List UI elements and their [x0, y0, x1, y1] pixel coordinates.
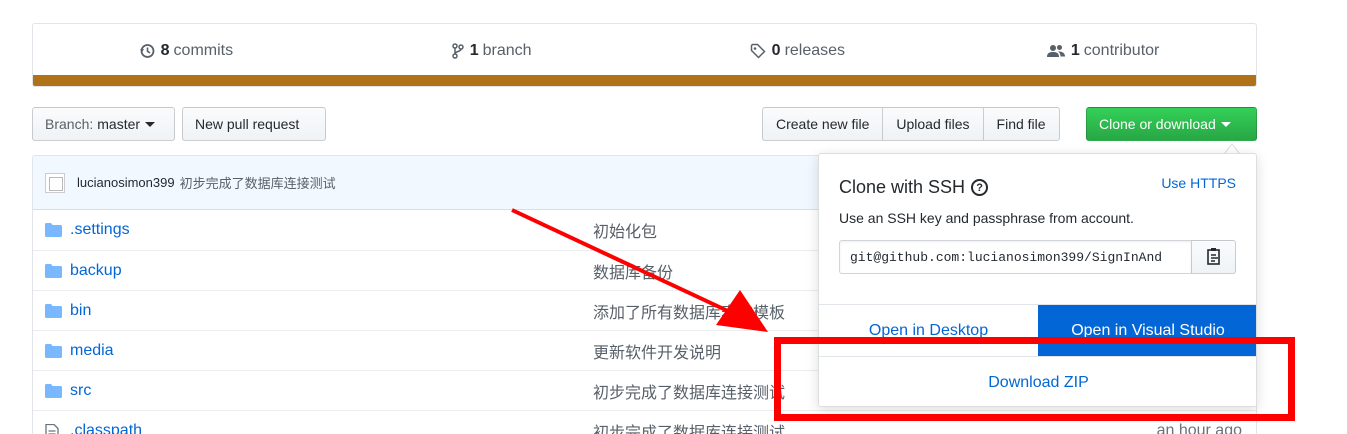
repo-summary-bar: 8 commits 1 branch 0 releases 1 contribu… — [32, 23, 1257, 87]
create-new-file-button[interactable]: Create new file — [762, 107, 884, 141]
file-name-link[interactable]: bin — [70, 302, 91, 320]
folder-icon — [45, 264, 62, 283]
file-commit-message[interactable]: 添加了所有数据库表的模板 — [593, 299, 785, 323]
popup-description: Use an SSH key and passphrase from accou… — [839, 210, 1134, 226]
contributors-count: 1 — [1070, 41, 1080, 59]
clone-ssh-title: Clone with SSH — [839, 177, 966, 197]
file-age: an hour ago — [1156, 421, 1242, 434]
branch-select-button[interactable]: Branch: master — [32, 107, 175, 141]
file-commit-message[interactable]: 初步完成了数据库连接测试 — [593, 419, 785, 434]
branches-link[interactable]: 1 branch — [339, 42, 645, 60]
file-name-link[interactable]: .classpath — [70, 422, 142, 434]
people-icon — [1046, 43, 1065, 59]
releases-label: releases — [784, 41, 846, 59]
file-name-link[interactable]: backup — [70, 262, 122, 280]
git-branch-icon — [451, 42, 464, 59]
file-commit-message[interactable]: 更新软件开发说明 — [593, 339, 721, 363]
file-icon — [45, 423, 59, 434]
history-icon — [139, 43, 155, 59]
contributors-label: contributor — [1083, 41, 1160, 59]
clone-url-input[interactable] — [839, 240, 1192, 274]
commits-label: commits — [173, 41, 234, 59]
branch-name: master — [97, 116, 141, 132]
new-pull-request-button[interactable]: New pull request — [182, 107, 326, 141]
folder-icon — [45, 223, 62, 242]
file-actions-group: Create new file Upload files Find file — [762, 107, 1060, 141]
releases-count: 0 — [771, 41, 781, 59]
annotation-highlight-box — [774, 337, 1295, 421]
use-https-link[interactable]: Use HTTPS — [1161, 175, 1236, 191]
clipboard-icon — [1206, 247, 1222, 268]
commit-author[interactable]: lucianosimon399 — [77, 175, 175, 190]
upload-files-button[interactable]: Upload files — [882, 107, 984, 141]
folder-icon — [45, 384, 62, 403]
clone-or-download-button[interactable]: Clone or download — [1086, 107, 1257, 141]
commit-message[interactable]: 初步完成了数据库连接测试 — [180, 173, 336, 192]
commits-link[interactable]: 8 commits — [33, 42, 339, 60]
avatar[interactable] — [45, 172, 65, 193]
question-icon[interactable]: ? — [971, 179, 989, 196]
contributors-link[interactable]: 1 contributor — [950, 42, 1256, 60]
folder-icon — [45, 344, 62, 363]
file-name-link[interactable]: .settings — [70, 221, 130, 239]
find-file-button[interactable]: Find file — [982, 107, 1060, 141]
clone-button-label: Clone or download — [1099, 116, 1216, 132]
branches-count: 1 — [469, 41, 479, 59]
file-name-link[interactable]: src — [70, 382, 91, 400]
folder-icon — [45, 304, 62, 323]
commits-count: 8 — [160, 41, 170, 59]
file-commit-message[interactable]: 初始化包 — [593, 218, 657, 242]
caret-down-icon — [145, 121, 156, 127]
file-commit-message[interactable]: 数据库备份 — [593, 259, 673, 283]
branches-label: branch — [482, 41, 532, 59]
branch-prefix: Branch: — [45, 116, 94, 132]
file-commit-message[interactable]: 初步完成了数据库连接测试 — [593, 379, 785, 403]
copy-to-clipboard-button[interactable] — [1191, 240, 1236, 274]
file-name-link[interactable]: media — [70, 342, 114, 360]
tag-icon — [750, 43, 766, 59]
language-bar[interactable] — [33, 75, 1256, 86]
popup-title: Clone with SSH ? — [839, 177, 989, 198]
releases-link[interactable]: 0 releases — [645, 42, 951, 60]
caret-down-icon — [1220, 121, 1231, 127]
popup-notch — [1224, 143, 1240, 154]
